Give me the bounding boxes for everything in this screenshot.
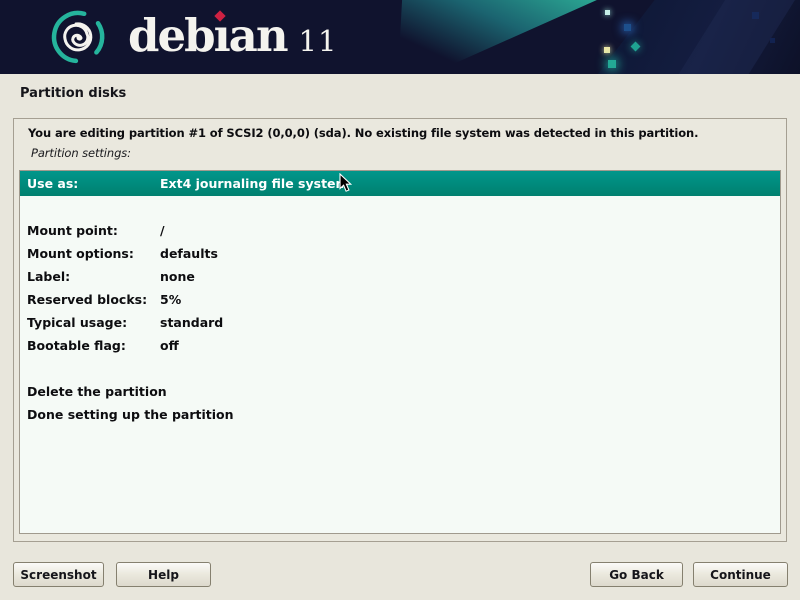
header-banner: debıan 11	[0, 0, 800, 74]
row-label: Bootable flag:	[27, 338, 160, 353]
row-label: Reserved blocks:	[27, 292, 160, 307]
installer-window: debıan 11 Partition disks You are editin…	[0, 0, 800, 600]
list-row	[20, 357, 780, 380]
header-decoration-square	[624, 24, 631, 31]
debian-swirl-icon	[46, 4, 110, 70]
row-value: none	[160, 269, 780, 284]
brand-logotype: debıan 11	[128, 6, 337, 66]
list-row[interactable]: Done setting up the partition	[20, 403, 780, 426]
row-label: Mount options:	[27, 246, 160, 261]
row-value: defaults	[160, 246, 780, 261]
row-label: Mount point:	[27, 223, 160, 238]
header-decoration-square	[770, 38, 775, 43]
header-decoration-teal-triangle	[398, 0, 603, 74]
row-label: Label:	[27, 269, 160, 284]
settings-list: Use as: Ext4 journaling file system Moun…	[19, 170, 781, 534]
list-row[interactable]: Delete the partition	[20, 380, 780, 403]
brand-text: debıan	[128, 6, 287, 66]
row-value: off	[160, 338, 780, 353]
header-decoration-square	[604, 47, 610, 53]
header-decoration-square	[608, 60, 616, 68]
list-row[interactable]: Typical usage: standard	[20, 311, 780, 334]
row-value: 5%	[160, 292, 780, 307]
row-label: Use as:	[27, 176, 160, 191]
list-row[interactable]: Use as: Ext4 journaling file system	[20, 171, 780, 196]
list-row	[20, 196, 780, 219]
page-title: Partition disks	[20, 86, 126, 101]
header-decoration-square	[605, 10, 610, 15]
header-decoration-square	[752, 12, 759, 19]
question-info-text: You are editing partition #1 of SCSI2 (0…	[28, 126, 698, 140]
help-button[interactable]: Help	[116, 562, 211, 587]
row-value: /	[160, 223, 780, 238]
list-row[interactable]: Mount point: /	[20, 219, 780, 242]
list-row[interactable]: Reserved blocks: 5%	[20, 288, 780, 311]
row-value: standard	[160, 315, 780, 330]
question-subtitle: Partition settings:	[31, 146, 131, 160]
row-label: Delete the partition	[27, 384, 160, 399]
list-row[interactable]: Bootable flag: off	[20, 334, 780, 357]
continue-button[interactable]: Continue	[693, 562, 788, 587]
row-label: Done setting up the partition	[27, 407, 160, 422]
go-back-button[interactable]: Go Back	[590, 562, 683, 587]
list-row[interactable]: Mount options: defaults	[20, 242, 780, 265]
version-text: 11	[299, 24, 338, 58]
list-row[interactable]: Label: none	[20, 265, 780, 288]
row-value: Ext4 journaling file system	[160, 176, 780, 191]
row-label: Typical usage:	[27, 315, 160, 330]
screenshot-button[interactable]: Screenshot	[13, 562, 104, 587]
